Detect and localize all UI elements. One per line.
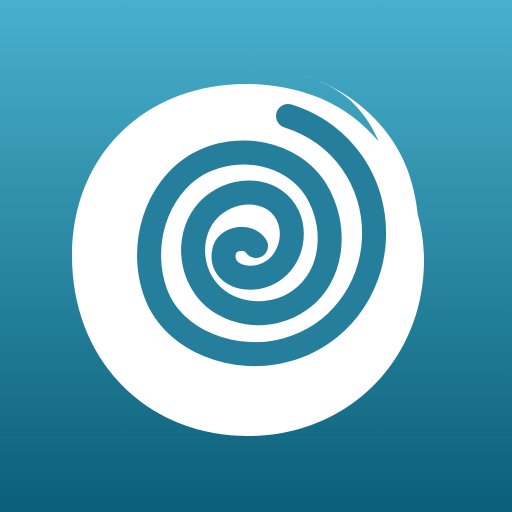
spiral-logo [0, 0, 512, 512]
app-icon [0, 0, 512, 512]
